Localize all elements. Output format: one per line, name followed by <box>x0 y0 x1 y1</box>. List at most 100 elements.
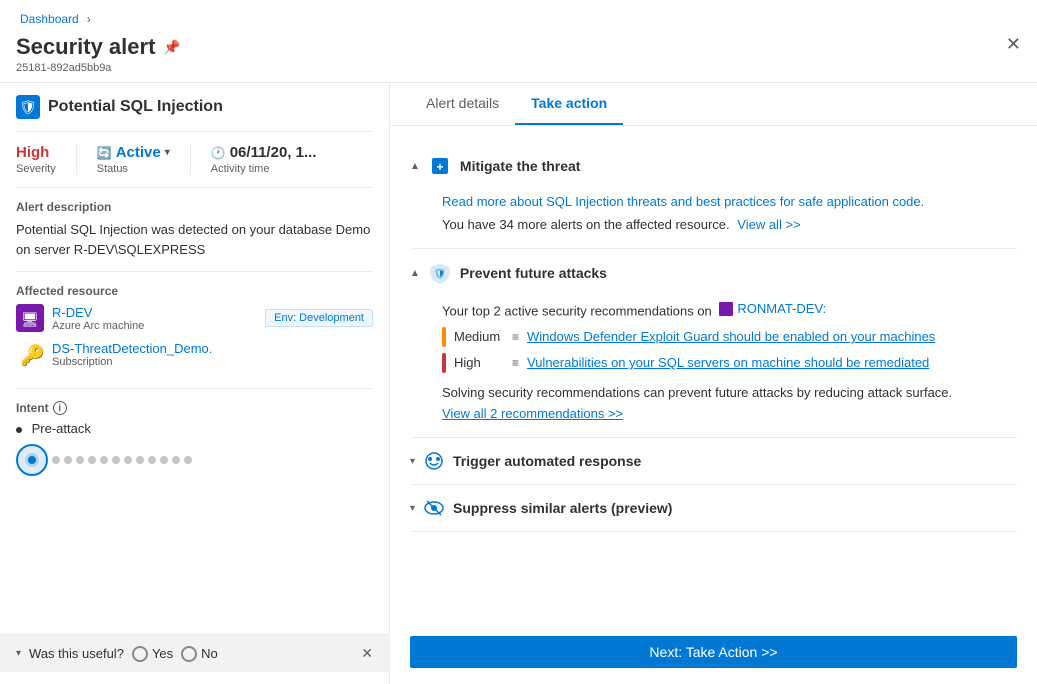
accordion-body-mitigate: Read more about SQL Injection threats an… <box>410 190 1017 248</box>
rec-list-icon-0: ≡ <box>512 330 519 344</box>
severity-label: Severity <box>16 163 56 175</box>
mitigate-chevron: ▲ <box>410 161 420 172</box>
resource-info-0: R-DEV Azure Arc machine <box>52 305 257 332</box>
severity-value: High <box>16 144 56 161</box>
severity-meta: High Severity <box>16 144 77 175</box>
alert-main-title: Potential SQL Injection <box>48 98 223 116</box>
accordion-prevent: ▲ 🛡 Prevent future attacks Your top 2 ac… <box>410 249 1017 438</box>
accordion-automate[interactable]: ▾ Trigger automated response <box>410 438 1017 485</box>
svg-text:🖥: 🖥 <box>21 311 39 327</box>
close-icon[interactable]: ✕ <box>1006 34 1021 55</box>
feedback-label: Was this useful? <box>29 646 124 661</box>
kc-dot-8 <box>136 456 144 464</box>
resource-type-0: Azure Arc machine <box>52 320 257 332</box>
svg-text:+: + <box>436 160 443 174</box>
resource-item-1: 🔑 DS-ThreatDetection_Demo. Subscription <box>16 340 373 368</box>
resource-icon-0: 🖥 <box>16 304 44 332</box>
feedback-close-icon[interactable]: ✕ <box>361 645 373 662</box>
rec-link-0[interactable]: Windows Defender Exploit Guard should be… <box>527 329 935 344</box>
prevention-text: Solving security recommendations can pre… <box>442 383 1017 403</box>
accordion-body-prevent: Your top 2 active security recommendatio… <box>410 297 1017 437</box>
page-header: Security alert 📌 25181-892ad5bb9a ✕ <box>0 30 1037 83</box>
severity-bar-high <box>442 353 446 373</box>
svg-text:🛡: 🛡 <box>434 268 447 280</box>
pin-icon[interactable]: 📌 <box>163 39 180 56</box>
suppress-title: Suppress similar alerts (preview) <box>453 500 672 516</box>
rec-item-0: Medium ≡ Windows Defender Exploit Guard … <box>442 327 1017 347</box>
next-button[interactable]: Next: Take Action >> <box>410 636 1017 668</box>
feedback-no-radio[interactable] <box>181 646 197 662</box>
automate-title: Trigger automated response <box>453 453 641 469</box>
kc-dot-4 <box>88 456 96 464</box>
activity-meta: 🕐 06/11/20, 1... Activity time <box>211 144 337 175</box>
title-group: Security alert 📌 25181-892ad5bb9a <box>16 34 1006 74</box>
kill-chain-active-node <box>16 444 48 476</box>
kc-dot-7 <box>124 456 132 464</box>
view-all-alerts-link[interactable]: View all >> <box>737 217 800 232</box>
env-badge-0: Env: Development <box>265 309 373 327</box>
resource-name-1[interactable]: DS-ThreatDetection_Demo. <box>52 341 373 356</box>
alert-title-row: 🛡 Potential SQL Injection <box>16 95 373 132</box>
view-all-recs-link[interactable]: View all 2 recommendations >> <box>442 406 623 421</box>
feedback-chevron: ▾ <box>16 648 21 659</box>
top-recs-text: Your top 2 active security recommendatio… <box>442 301 1017 319</box>
intent-value: Pre-attack <box>16 421 373 436</box>
tab-take-action[interactable]: Take action <box>515 83 623 125</box>
kc-dot-10 <box>160 456 168 464</box>
accordion-suppress[interactable]: ▾ Suppress similar alerts (preview) <box>410 485 1017 532</box>
resource-inline: RONMAT-DEV: <box>719 301 826 316</box>
severity-high-label: High <box>454 355 504 370</box>
kc-dot-6 <box>112 456 120 464</box>
feedback-yes-radio[interactable] <box>132 646 148 662</box>
severity-bar-medium <box>442 327 446 347</box>
right-panel: Alert details Take action ▲ + Mitigate t… <box>390 83 1037 684</box>
svg-text:🔑: 🔑 <box>20 343 44 367</box>
tab-alert-details[interactable]: Alert details <box>410 83 515 125</box>
kc-dot-2 <box>64 456 72 464</box>
spinner-icon: 🔄 <box>97 146 112 160</box>
feedback-no-option[interactable]: No <box>181 646 218 662</box>
status-chevron[interactable]: ▾ <box>165 147 170 158</box>
intent-title: Intent i <box>16 401 373 415</box>
meta-row: High Severity 🔄 Active ▾ Status 🕐 06/11/… <box>16 132 373 188</box>
right-content: ▲ + Mitigate the threat Read more about … <box>390 126 1037 620</box>
accordion-header-mitigate[interactable]: ▲ + Mitigate the threat <box>410 142 1017 190</box>
prevent-chevron: ▲ <box>410 268 420 279</box>
activity-value: 🕐 06/11/20, 1... <box>211 144 317 161</box>
resource-name-0[interactable]: R-DEV <box>52 305 257 320</box>
clock-icon: 🕐 <box>211 146 226 160</box>
affected-resource-section: Affected resource 🖥 R-DEV Azure Arc mach… <box>16 272 373 389</box>
kc-dot-1 <box>52 456 60 464</box>
accordion-header-prevent[interactable]: ▲ 🛡 Prevent future attacks <box>410 249 1017 297</box>
suppress-icon <box>423 497 445 519</box>
mitigate-icon: + <box>428 154 452 178</box>
automate-icon <box>423 450 445 472</box>
activity-label: Activity time <box>211 163 317 175</box>
rec-link-1[interactable]: Vulnerabilities on your SQL servers on m… <box>527 355 929 370</box>
accordion-mitigate: ▲ + Mitigate the threat Read more about … <box>410 142 1017 249</box>
alert-description-section: Alert description Potential SQL Injectio… <box>16 188 373 272</box>
prevent-title: Prevent future attacks <box>460 265 607 281</box>
feedback-yes-option[interactable]: Yes <box>132 646 173 662</box>
status-label: Status <box>97 163 170 175</box>
left-panel: 🛡 Potential SQL Injection High Severity … <box>0 83 390 684</box>
mitigate-title: Mitigate the threat <box>460 158 581 174</box>
kc-dot-3 <box>76 456 84 464</box>
breadcrumb-link[interactable]: Dashboard <box>20 12 79 26</box>
breadcrumb-separator: › <box>87 12 91 26</box>
kc-dot-12 <box>184 456 192 464</box>
resource-type-1: Subscription <box>52 356 373 368</box>
feedback-bar: ▾ Was this useful? Yes No ✕ <box>0 634 389 672</box>
intent-info-icon: i <box>53 401 67 415</box>
rec-item-1: High ≡ Vulnerabilities on your SQL serve… <box>442 353 1017 373</box>
sql-injection-link[interactable]: Read more about SQL Injection threats an… <box>442 194 924 209</box>
page-title-text: Security alert <box>16 34 155 60</box>
severity-medium-label: Medium <box>454 329 504 344</box>
kc-dot-11 <box>172 456 180 464</box>
resource-info-1: DS-ThreatDetection_Demo. Subscription <box>52 341 373 368</box>
breadcrumb: Dashboard › <box>0 0 1037 30</box>
prevent-icon: 🛡 <box>428 261 452 285</box>
alert-description-title: Alert description <box>16 200 373 214</box>
alert-description-content: Potential SQL Injection was detected on … <box>16 220 373 259</box>
rec-list-icon-1: ≡ <box>512 356 519 370</box>
